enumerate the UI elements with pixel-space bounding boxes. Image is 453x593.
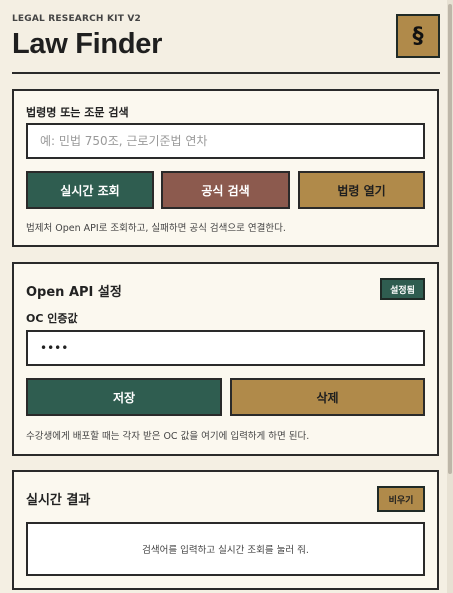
oc-label: OC 인증값 (26, 312, 78, 325)
app-title: Law Finder (12, 28, 163, 60)
scrollbar-thumb[interactable] (448, 4, 452, 474)
results-card: 실시간 결과 비우기 검색어를 입력하고 실시간 조회를 눌러 줘. (12, 470, 439, 590)
api-hint: 수강생에게 배포할 때는 각자 받은 OC 값을 여기에 입력하게 하면 된다. (26, 431, 310, 442)
api-settings-title: Open API 설정 (26, 285, 122, 300)
official-search-button[interactable]: 공식 검색 (161, 171, 290, 209)
section-sign-icon: § (396, 14, 440, 58)
search-label: 법령명 또는 조문 검색 (26, 106, 129, 119)
app-header: LEGAL RESEARCH KIT V2 Law Finder § (12, 14, 440, 74)
api-status-badge: 설정됨 (380, 278, 425, 300)
clear-button[interactable]: 비우기 (377, 486, 425, 512)
open-law-button[interactable]: 법령 열기 (298, 171, 425, 209)
page-scrollbar[interactable] (447, 0, 453, 593)
api-settings-card: Open API 설정 설정됨 OC 인증값 저장 삭제 수강생에게 배포할 때… (12, 262, 439, 456)
search-card: 법령명 또는 조문 검색 실시간 조회 공식 검색 법령 열기 법제처 Open… (12, 89, 439, 247)
results-title: 실시간 결과 (26, 493, 91, 508)
search-input[interactable] (26, 123, 425, 159)
realtime-search-button[interactable]: 실시간 조회 (26, 171, 154, 209)
search-hint: 법제처 Open API로 조회하고, 실패하면 공식 검색으로 연결한다. (26, 223, 286, 234)
app-kicker: LEGAL RESEARCH KIT V2 (12, 14, 142, 24)
oc-input[interactable] (26, 330, 425, 366)
save-button[interactable]: 저장 (26, 378, 222, 416)
header-divider (12, 72, 440, 74)
delete-button[interactable]: 삭제 (230, 378, 425, 416)
results-empty-box: 검색어를 입력하고 실시간 조회를 눌러 줘. (26, 522, 425, 576)
